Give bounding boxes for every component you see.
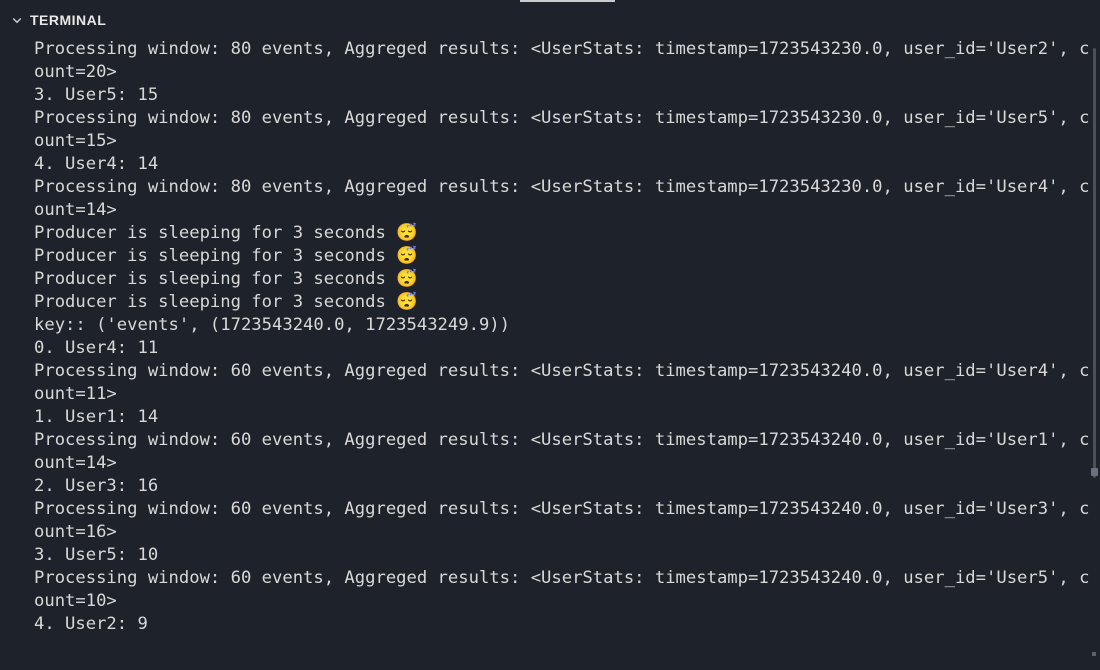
terminal-line: 4. User4: 14 <box>34 154 158 174</box>
top-accent-bar <box>0 0 1100 4</box>
terminal-line: 0. User4: 11 <box>34 338 158 358</box>
terminal-line: 1. User1: 14 <box>34 407 158 427</box>
terminal-line: Producer is sleeping for 3 seconds 😴 <box>34 246 418 266</box>
terminal-line: Producer is sleeping for 3 seconds 😴 <box>34 269 418 289</box>
terminal-panel-header[interactable]: TERMINAL <box>0 4 1100 38</box>
resize-handle[interactable] <box>1092 652 1096 656</box>
terminal-line: Producer is sleeping for 3 seconds 😴 <box>34 292 418 312</box>
scrollbar-thumb[interactable] <box>1091 468 1098 476</box>
terminal-line: Processing window: 80 events, Aggreged r… <box>34 177 1089 220</box>
active-tab-indicator <box>520 0 615 2</box>
chevron-down-icon[interactable] <box>10 13 24 27</box>
terminal-line: Processing window: 60 events, Aggreged r… <box>34 568 1089 611</box>
terminal-line: 3. User5: 15 <box>34 85 158 105</box>
terminal-output[interactable]: Processing window: 80 events, Aggreged r… <box>0 38 1100 636</box>
terminal-line: Processing window: 60 events, Aggreged r… <box>34 361 1089 404</box>
terminal-line: Producer is sleeping for 3 seconds 😴 <box>34 223 418 243</box>
terminal-line: 2. User3: 16 <box>34 476 158 496</box>
terminal-line: 4. User2: 9 <box>34 614 148 634</box>
terminal-line: Processing window: 60 events, Aggreged r… <box>34 499 1089 542</box>
terminal-line: Processing window: 60 events, Aggreged r… <box>34 430 1089 473</box>
scrollbar-track[interactable] <box>1093 48 1096 478</box>
terminal-line: Processing window: 80 events, Aggreged r… <box>34 39 1089 82</box>
terminal-line: Processing window: 80 events, Aggreged r… <box>34 108 1089 151</box>
terminal-panel-title: TERMINAL <box>30 12 106 28</box>
terminal-line: 3. User5: 10 <box>34 545 158 565</box>
terminal-line: key:: ('events', (1723543240.0, 17235432… <box>34 315 510 335</box>
